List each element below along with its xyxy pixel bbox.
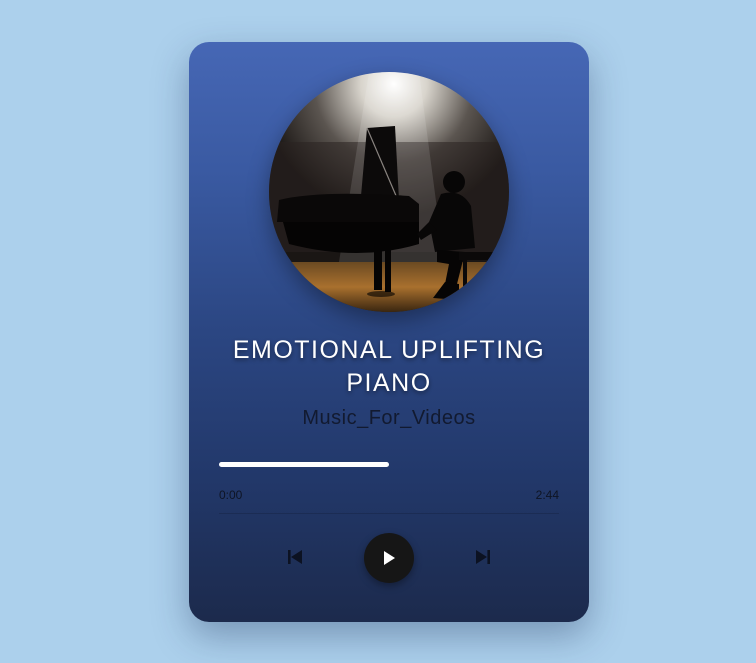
duration-time: 2:44 [535, 488, 559, 502]
next-button[interactable] [473, 547, 493, 567]
album-art [269, 72, 509, 312]
play-button[interactable] [364, 533, 414, 583]
skip-next-icon [476, 550, 490, 564]
previous-button[interactable] [285, 547, 305, 567]
play-icon [384, 551, 395, 565]
pianist-album-art [269, 72, 509, 312]
skip-previous-icon [288, 550, 302, 564]
track-title: EMOTIONAL UPLIFTING PIANO [232, 336, 546, 397]
progress-fill [219, 462, 389, 467]
divider [219, 513, 559, 514]
music-player-card: EMOTIONAL UPLIFTING PIANO Music_For_Vide… [189, 42, 589, 622]
track-artist: Music_For_Videos [302, 407, 476, 429]
current-time: 0:00 [219, 488, 243, 502]
progress-bar[interactable] [219, 462, 559, 467]
